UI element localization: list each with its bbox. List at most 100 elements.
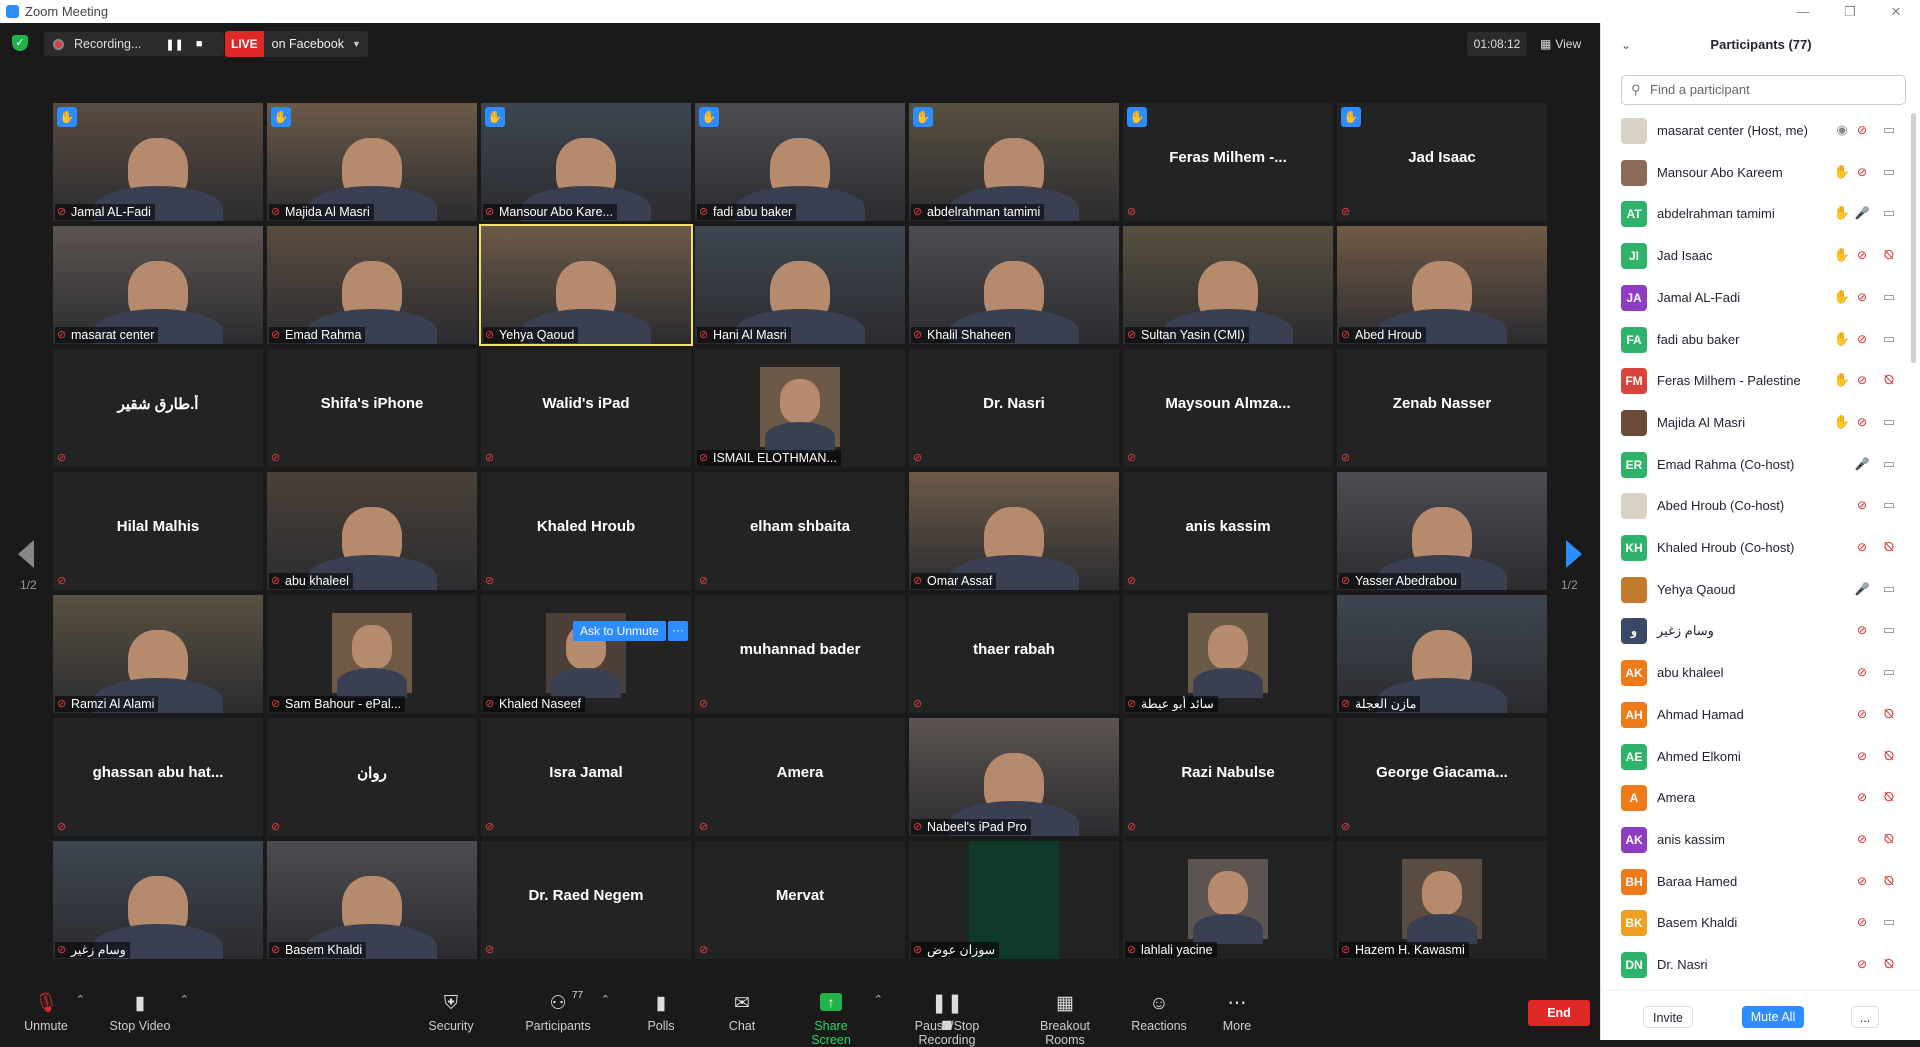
participant-row[interactable]: JI Jad Isaac ✋ ⊘ ⦰ — [1601, 235, 1913, 276]
video-tile[interactable]: Dr. Raed Negem ⊘ — [481, 841, 691, 959]
video-off-icon[interactable]: ⦰ — [1880, 955, 1898, 973]
video-camera-icon[interactable]: ▭ — [1880, 580, 1898, 598]
video-tile[interactable]: وسام زغير ⊘ — [53, 841, 263, 959]
video-tile[interactable]: muhannad bader ⊘ — [695, 595, 905, 713]
video-tile[interactable]: Mansour Abo Kare... ⊘ ✋ — [481, 103, 691, 221]
encryption-shield-icon[interactable]: ✓ — [12, 35, 28, 51]
video-tile[interactable]: Emad Rahma ⊘ — [267, 226, 477, 344]
video-tile[interactable]: Omar Assaf ⊘ — [909, 472, 1119, 590]
video-camera-icon[interactable]: ▭ — [1880, 288, 1898, 306]
live-stream-badge[interactable]: LIVE on Facebook ▼ — [225, 31, 368, 57]
muted-mic-icon[interactable]: ⊘ — [1853, 872, 1871, 890]
video-camera-icon[interactable]: ▭ — [1880, 455, 1898, 473]
participant-row[interactable]: AH Ahmad Hamad ⊘ ⦰ — [1601, 694, 1913, 735]
muted-mic-icon[interactable]: ⊘ — [1853, 621, 1871, 639]
mic-icon[interactable]: 🎤 — [1853, 580, 1871, 598]
video-camera-icon[interactable]: ▭ — [1880, 621, 1898, 639]
mute-all-button[interactable]: Mute All — [1742, 1006, 1804, 1028]
video-camera-icon[interactable]: ▭ — [1880, 330, 1898, 348]
video-camera-icon[interactable]: ▭ — [1880, 121, 1898, 139]
video-tile[interactable]: Yasser Abedrabou ⊘ — [1337, 472, 1547, 590]
video-off-icon[interactable]: ⦰ — [1880, 788, 1898, 806]
video-tile[interactable]: Dr. Nasri ⊘ — [909, 349, 1119, 467]
video-off-icon[interactable]: ⦰ — [1880, 705, 1898, 723]
video-tile[interactable]: Shifa's iPhone ⊘ — [267, 349, 477, 467]
participant-row[interactable]: KH Khaled Hroub (Co-host) ⊘ ⦰ — [1601, 527, 1913, 568]
participant-row[interactable]: A Amera ⊘ ⦰ — [1601, 777, 1913, 818]
video-tile[interactable]: Hani Al Masri ⊘ — [695, 226, 905, 344]
chat-button[interactable]: ✉ Chat — [727, 993, 757, 1033]
video-camera-icon[interactable]: ▭ — [1880, 496, 1898, 514]
video-camera-icon[interactable]: ▭ — [1880, 913, 1898, 931]
next-page-arrow-icon[interactable] — [1566, 540, 1582, 568]
video-tile[interactable]: George Giacama... ⊘ — [1337, 718, 1547, 836]
video-tile[interactable]: مازن العجلة ⊘ — [1337, 595, 1547, 713]
video-camera-icon[interactable]: ▭ — [1880, 204, 1898, 222]
muted-mic-icon[interactable]: ⊘ — [1853, 955, 1871, 973]
video-tile[interactable]: Mervat ⊘ — [695, 841, 905, 959]
view-button[interactable]: ▦ View — [1540, 32, 1588, 56]
video-tile[interactable]: masarat center ⊘ — [53, 226, 263, 344]
participant-row[interactable]: BK Basem Khaldi ⊘ ▭ — [1601, 902, 1913, 943]
video-tile[interactable]: Isra Jamal ⊘ — [481, 718, 691, 836]
ask-to-unmute-button[interactable]: Ask to Unmute — [573, 621, 666, 641]
participants-button[interactable]: ⚇ 77 ⌃ Participants — [522, 990, 610, 1033]
muted-mic-icon[interactable]: ⊘ — [1853, 913, 1871, 931]
pause-recording-icon[interactable]: ❚❚ — [165, 38, 183, 51]
video-tile[interactable]: abdelrahman tamimi ⊘ ✋ — [909, 103, 1119, 221]
muted-mic-icon[interactable]: ⊘ — [1853, 371, 1871, 389]
video-camera-icon[interactable]: ▭ — [1880, 163, 1898, 181]
video-tile[interactable]: أ.طارق شقير ⊘ — [53, 349, 263, 467]
muted-mic-icon[interactable]: ⊘ — [1853, 830, 1871, 848]
muted-mic-icon[interactable]: ⊘ — [1853, 496, 1871, 514]
restore-icon[interactable]: ❐ — [1830, 0, 1870, 23]
chevron-up-icon[interactable]: ⌃ — [601, 993, 610, 1006]
muted-mic-icon[interactable]: ⊘ — [1853, 663, 1871, 681]
video-tile[interactable]: Maysoun Almza... ⊘ — [1123, 349, 1333, 467]
muted-mic-icon[interactable]: ⊘ — [1853, 288, 1871, 306]
video-tile[interactable]: ISMAIL ELOTHMAN... ⊘ — [695, 349, 905, 467]
more-button[interactable]: ⋯ More — [1222, 993, 1252, 1033]
participant-row[interactable]: DN Dr. Nasri ⊘ ⦰ — [1601, 944, 1913, 985]
muted-mic-icon[interactable]: ⊘ — [1853, 538, 1871, 556]
video-tile[interactable]: Sam Bahour - ePal... ⊘ — [267, 595, 477, 713]
participant-row[interactable]: AK anis kassim ⊘ ⦰ — [1601, 819, 1913, 860]
video-tile[interactable]: fadi abu baker ⊘ ✋ — [695, 103, 905, 221]
video-tile[interactable]: Khaled Naseef ⊘ — [481, 595, 691, 713]
video-tile[interactable]: Razi Nabulse ⊘ — [1123, 718, 1333, 836]
participant-row[interactable]: BH Baraa Hamed ⊘ ⦰ — [1601, 861, 1913, 902]
video-tile[interactable]: Hazem H. Kawasmi ⊘ — [1337, 841, 1547, 959]
participant-row[interactable]: Majida Al Masri ✋ ⊘ ▭ — [1601, 402, 1913, 443]
video-tile[interactable]: Ramzi Al Alami ⊘ — [53, 595, 263, 713]
participant-row[interactable]: FM Feras Milhem - Palestine ✋ ⊘ ⦰ — [1601, 360, 1913, 401]
video-tile[interactable]: ghassan abu hat... ⊘ — [53, 718, 263, 836]
video-off-icon[interactable]: ⦰ — [1880, 538, 1898, 556]
stop-video-button[interactable]: ▮ ⌃ Stop Video — [107, 993, 189, 1033]
video-camera-icon[interactable]: ▭ — [1880, 663, 1898, 681]
invite-button[interactable]: Invite — [1643, 1006, 1693, 1028]
video-off-icon[interactable]: ⦰ — [1880, 872, 1898, 890]
video-tile[interactable]: روان ⊘ — [267, 718, 477, 836]
close-icon[interactable]: ✕ — [1876, 0, 1916, 23]
participant-row[interactable]: AT abdelrahman tamimi ✋ 🎤 ▭ — [1601, 193, 1913, 234]
video-tile[interactable]: Majida Al Masri ⊘ ✋ — [267, 103, 477, 221]
video-tile[interactable]: Basem Khaldi ⊘ — [267, 841, 477, 959]
video-tile[interactable]: Yehya Qaoud ⊘ — [479, 224, 693, 346]
chevron-up-icon[interactable]: ⌃ — [180, 993, 189, 1006]
video-tile[interactable]: Amera ⊘ — [695, 718, 905, 836]
video-off-icon[interactable]: ⦰ — [1880, 371, 1898, 389]
participant-row[interactable]: Abed Hroub (Co-host) ⊘ ▭ — [1601, 485, 1913, 526]
breakout-rooms-button[interactable]: ▦ Breakout Rooms — [1020, 993, 1110, 1047]
chevron-up-icon[interactable]: ⌃ — [76, 993, 85, 1006]
video-tile[interactable]: Abed Hroub ⊘ — [1337, 226, 1547, 344]
participant-row[interactable]: AK abu khaleel ⊘ ▭ — [1601, 652, 1913, 693]
video-off-icon[interactable]: ⦰ — [1880, 830, 1898, 848]
unmute-button[interactable]: 🎙 ⌃ Unmute — [23, 993, 85, 1033]
find-participant-input[interactable]: ⚲ Find a participant — [1621, 75, 1906, 105]
participant-row[interactable]: Yehya Qaoud 🎤 ▭ — [1601, 569, 1913, 610]
participant-row[interactable]: ER Emad Rahma (Co-host) 🎤 ▭ — [1601, 444, 1913, 485]
participant-row[interactable]: AE Ahmed Elkomi ⊘ ⦰ — [1601, 736, 1913, 777]
video-tile[interactable]: lahlali yacine ⊘ — [1123, 841, 1333, 959]
video-tile[interactable]: Nabeel's iPad Pro ⊘ — [909, 718, 1119, 836]
video-tile[interactable]: Sultan Yasin (CMI) ⊘ — [1123, 226, 1333, 344]
